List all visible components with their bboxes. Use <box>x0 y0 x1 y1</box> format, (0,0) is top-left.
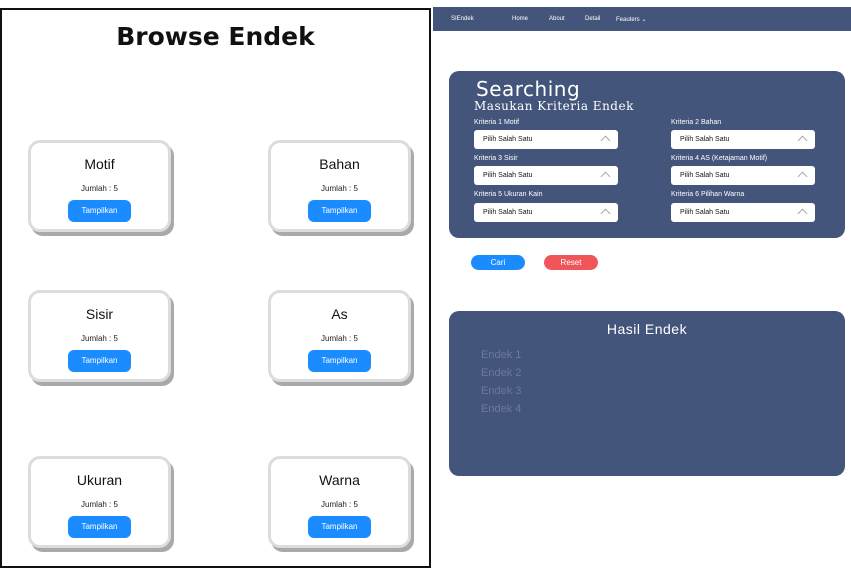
card-title: As <box>331 306 348 322</box>
card-title: Motif <box>84 156 115 172</box>
criteria-label: Kriteria 1 Motif <box>474 119 520 126</box>
show-button[interactable]: Tampilkan <box>68 516 131 538</box>
card-count: Jumlah : 5 <box>81 184 118 193</box>
select-as[interactable]: Pilih Salah Satu <box>671 166 815 185</box>
result-item[interactable]: Endek 3 <box>481 382 521 400</box>
select-value: Pilih Salah Satu <box>680 209 730 216</box>
criteria-label: Kriteria 4 AS (Ketajaman Motif) <box>671 155 768 162</box>
results-list: Endek 1 Endek 2 Endek 3 Endek 4 <box>481 346 521 418</box>
brand-link[interactable]: SIEndek <box>451 16 474 22</box>
reset-button[interactable]: Reset <box>544 255 598 270</box>
card-title: Warna <box>319 472 360 488</box>
show-button[interactable]: Tampilkan <box>68 350 131 372</box>
select-value: Pilih Salah Satu <box>680 172 730 179</box>
browse-panel: Browse Endek Motif Jumlah : 5 Tampilkan … <box>0 8 431 568</box>
category-card-warna: Warna Jumlah : 5 Tampilkan <box>268 456 411 548</box>
criteria-label: Kriteria 5 Ukuran Kain <box>474 191 543 198</box>
nav-detail[interactable]: Detail <box>585 16 600 22</box>
page-title: Browse Endek <box>116 22 315 51</box>
caret-icon <box>797 208 808 219</box>
search-title: Searching <box>476 77 581 101</box>
card-count: Jumlah : 5 <box>321 334 358 343</box>
card-title: Sisir <box>85 306 114 322</box>
category-card-ukuran: Ukuran Jumlah : 5 Tampilkan <box>28 456 171 548</box>
show-button[interactable]: Tampilkan <box>308 200 371 222</box>
select-value: Pilih Salah Satu <box>483 172 533 179</box>
search-button[interactable]: Cari <box>471 255 525 270</box>
select-value: Pilih Salah Satu <box>680 136 730 143</box>
nav-home[interactable]: Home <box>512 16 528 22</box>
criteria-label: Kriteria 6 Pilihan Warna <box>671 191 745 198</box>
show-button[interactable]: Tampilkan <box>68 200 131 222</box>
caret-icon <box>600 171 611 182</box>
criteria-label: Kriteria 3 Sisir <box>474 155 518 162</box>
criteria-label: Kriteria 2 Bahan <box>671 119 722 126</box>
card-count: Jumlah : 5 <box>321 500 358 509</box>
caret-icon <box>797 135 808 146</box>
select-motif[interactable]: Pilih Salah Satu <box>474 130 618 149</box>
result-item[interactable]: Endek 1 <box>481 346 521 364</box>
results-title: Hasil Endek <box>606 321 688 337</box>
search-panel: Searching Masukan Kriteria Endek Kriteri… <box>449 71 845 238</box>
show-button[interactable]: Tampilkan <box>308 350 371 372</box>
select-value: Pilih Salah Satu <box>483 136 533 143</box>
category-card-motif: Motif Jumlah : 5 Tampilkan <box>28 140 171 232</box>
select-bahan[interactable]: Pilih Salah Satu <box>671 130 815 149</box>
caret-icon <box>797 171 808 182</box>
card-count: Jumlah : 5 <box>81 500 118 509</box>
select-value: Pilih Salah Satu <box>483 209 533 216</box>
navbar: SIEndek Home About Detail Feauters ⌄ <box>433 7 851 31</box>
search-subtitle: Masukan Kriteria Endek <box>474 99 634 113</box>
select-ukuran[interactable]: Pilih Salah Satu <box>474 203 618 222</box>
category-card-sisir: Sisir Jumlah : 5 Tampilkan <box>28 290 171 382</box>
result-item[interactable]: Endek 2 <box>481 364 521 382</box>
card-count: Jumlah : 5 <box>81 334 118 343</box>
caret-icon <box>600 208 611 219</box>
select-sisir[interactable]: Pilih Salah Satu <box>474 166 618 185</box>
category-card-bahan: Bahan Jumlah : 5 Tampilkan <box>268 140 411 232</box>
select-warna[interactable]: Pilih Salah Satu <box>671 203 815 222</box>
result-item[interactable]: Endek 4 <box>481 400 521 418</box>
results-panel: Hasil Endek Endek 1 Endek 2 Endek 3 Ende… <box>449 311 845 476</box>
card-count: Jumlah : 5 <box>321 184 358 193</box>
nav-about[interactable]: About <box>549 16 565 22</box>
category-card-as: As Jumlah : 5 Tampilkan <box>268 290 411 382</box>
card-title: Ukuran <box>76 472 123 488</box>
show-button[interactable]: Tampilkan <box>308 516 371 538</box>
caret-icon <box>600 135 611 146</box>
search-page: SIEndek Home About Detail Feauters ⌄ Sea… <box>433 0 851 568</box>
nav-features-dropdown[interactable]: Feauters ⌄ <box>616 16 646 23</box>
card-title: Bahan <box>319 156 360 172</box>
